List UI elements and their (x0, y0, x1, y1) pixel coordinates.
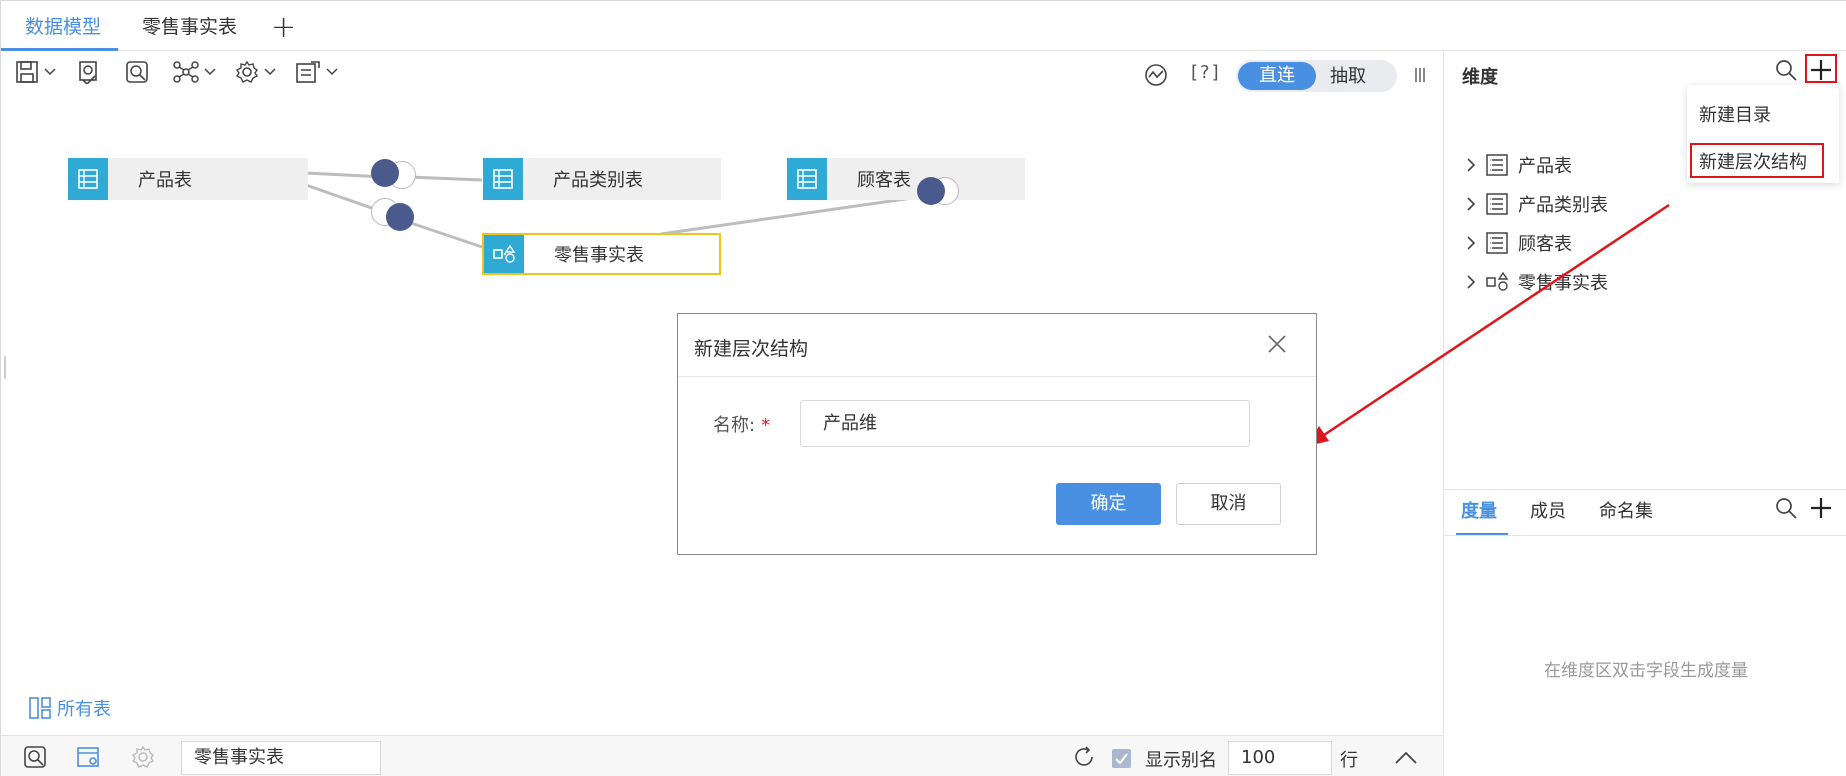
close-icon (1268, 335, 1286, 353)
required-mark: * (761, 415, 771, 436)
dialog-divider (678, 376, 1316, 377)
app-window: 数据模型 零售事实表 + [?] 直连 抽取 产品表 产品类别表 顾客表 零售事… (0, 0, 1846, 776)
dialog-title: 新建层次结构 (694, 338, 809, 360)
cancel-button[interactable]: 取消 (1176, 483, 1281, 525)
close-button[interactable] (1268, 334, 1286, 359)
name-label-text: 名称: (713, 415, 756, 436)
ok-button[interactable]: 确定 (1056, 483, 1161, 525)
name-input[interactable]: 产品维 (800, 400, 1250, 447)
new-hierarchy-dialog: 新建层次结构 名称: * 产品维 确定 取消 (677, 313, 1317, 555)
name-label: 名称: * (713, 411, 770, 437)
